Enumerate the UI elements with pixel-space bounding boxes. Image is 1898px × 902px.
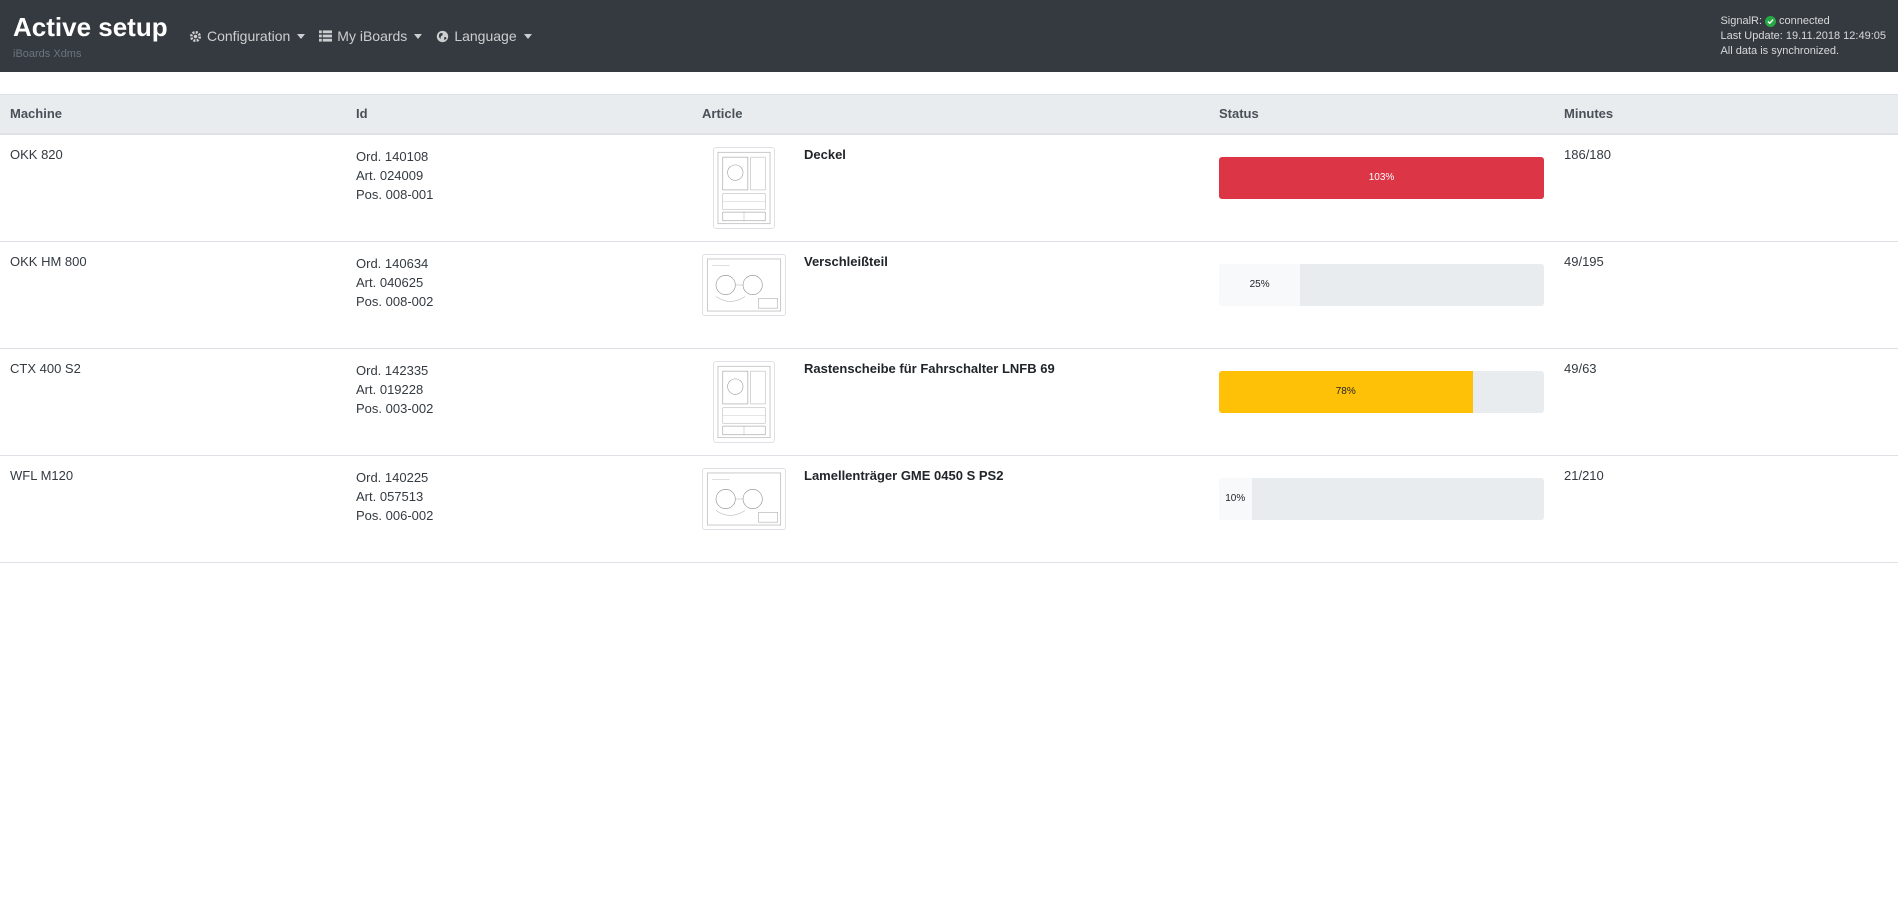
minutes-cell: 21/210 bbox=[1554, 455, 1898, 563]
article-drawing-thumbnail[interactable] bbox=[702, 467, 786, 530]
status-cell: 10% bbox=[1209, 455, 1554, 563]
top-navbar: Active setup iBoards Xdms Configuration … bbox=[0, 0, 1898, 72]
progress-bar-fill: 103% bbox=[1219, 156, 1544, 199]
table-row: OKK HM 800 Ord. 140634 Art. 040625 Pos. … bbox=[0, 241, 1898, 349]
article-name: Verschleißteil bbox=[804, 253, 888, 269]
minutes-cell: 49/63 bbox=[1554, 348, 1898, 456]
machine-cell: OKK HM 800 bbox=[0, 241, 346, 349]
page-title: Active setup bbox=[13, 12, 168, 42]
article-name: Lamellenträger GME 0450 S PS2 bbox=[804, 467, 1004, 483]
table-header-row: Machine Id Article Status Minutes bbox=[0, 94, 1898, 135]
configuration-menu-label: Configuration bbox=[207, 28, 291, 44]
id-cell: Ord. 140225 Art. 057513 Pos. 006-002 bbox=[346, 455, 692, 563]
table-row: OKK 820 Ord. 140108 Art. 024009 Pos. 008… bbox=[0, 133, 1898, 242]
progress-label: 25% bbox=[1249, 279, 1270, 290]
list-icon bbox=[319, 30, 333, 42]
id-cell: Ord. 140634 Art. 040625 Pos. 008-002 bbox=[346, 241, 692, 349]
order-number: Ord. 142335 bbox=[356, 362, 429, 378]
article-name: Rastenscheibe für Fahrschalter LNFB 69 bbox=[804, 360, 1055, 376]
article-number: Art. 057513 bbox=[356, 488, 424, 504]
check-circle-icon bbox=[1765, 16, 1777, 27]
brand[interactable]: Active setup iBoards Xdms bbox=[13, 12, 168, 60]
article-name: Deckel bbox=[804, 146, 846, 162]
status-cell: 78% bbox=[1209, 348, 1554, 456]
article-number: Art. 019228 bbox=[356, 381, 424, 397]
machine-cell: OKK 820 bbox=[0, 133, 346, 242]
article-drawing-thumbnail[interactable] bbox=[713, 146, 775, 229]
article-cell: Rastenscheibe für Fahrschalter LNFB 69 bbox=[692, 348, 1209, 456]
column-header-status: Status bbox=[1209, 94, 1554, 135]
machine-cell: CTX 400 S2 bbox=[0, 348, 346, 456]
progress-bar-track: 25% bbox=[1219, 263, 1544, 306]
chevron-down-icon bbox=[414, 33, 423, 39]
position-number: Pos. 008-001 bbox=[356, 186, 434, 202]
configuration-menu[interactable]: Configuration bbox=[189, 28, 306, 44]
order-number: Ord. 140225 bbox=[356, 469, 429, 485]
id-cell: Ord. 140108 Art. 024009 Pos. 008-001 bbox=[346, 133, 692, 242]
article-cell: Lamellenträger GME 0450 S PS2 bbox=[692, 455, 1209, 563]
status-cell: 25% bbox=[1209, 241, 1554, 349]
progress-bar-fill: 78% bbox=[1219, 370, 1473, 413]
column-header-article: Article bbox=[692, 94, 1209, 135]
column-header-minutes: Minutes bbox=[1554, 94, 1898, 135]
signalr-status: connected bbox=[1779, 15, 1830, 27]
sync-status: All data is synchronized. bbox=[1720, 45, 1840, 57]
language-menu[interactable]: Language bbox=[436, 28, 532, 44]
progress-bar-track: 103% bbox=[1219, 156, 1544, 199]
signalr-label: SignalR: bbox=[1720, 15, 1763, 27]
globe-icon bbox=[437, 30, 449, 42]
order-number: Ord. 140108 bbox=[356, 148, 429, 164]
table-row: WFL M120 Ord. 140225 Art. 057513 Pos. 00… bbox=[0, 455, 1898, 563]
position-number: Pos. 003-002 bbox=[356, 400, 434, 416]
article-number: Art. 040625 bbox=[356, 274, 424, 290]
order-number: Ord. 140634 bbox=[356, 255, 429, 271]
chevron-down-icon bbox=[523, 33, 532, 39]
table-row: CTX 400 S2 Ord. 142335 Art. 019228 Pos. … bbox=[0, 348, 1898, 456]
my-iboards-menu-label: My iBoards bbox=[337, 28, 408, 44]
minutes-cell: 186/180 bbox=[1554, 133, 1898, 242]
id-cell: Ord. 142335 Art. 019228 Pos. 003-002 bbox=[346, 348, 692, 456]
page-subtitle: iBoards Xdms bbox=[13, 48, 82, 60]
article-cell: Verschleißteil bbox=[692, 241, 1209, 349]
setup-table-container: Machine Id Article Status Minutes OKK 82… bbox=[0, 94, 1898, 563]
column-header-id: Id bbox=[346, 94, 692, 135]
language-menu-label: Language bbox=[454, 28, 517, 44]
gear-icon bbox=[189, 30, 202, 42]
signalr-status-panel: SignalR: connected Last Update: 19.11.20… bbox=[1720, 14, 1886, 59]
progress-bar-fill: 25% bbox=[1219, 263, 1301, 306]
progress-label: 103% bbox=[1368, 172, 1395, 183]
progress-bar-fill: 10% bbox=[1219, 477, 1252, 520]
position-number: Pos. 008-002 bbox=[356, 293, 434, 309]
position-number: Pos. 006-002 bbox=[356, 507, 434, 523]
article-number: Art. 024009 bbox=[356, 167, 424, 183]
article-drawing-thumbnail[interactable] bbox=[713, 360, 775, 443]
progress-label: 10% bbox=[1225, 493, 1246, 504]
chevron-down-icon bbox=[297, 33, 306, 39]
progress-label: 78% bbox=[1335, 386, 1356, 397]
status-cell: 103% bbox=[1209, 133, 1554, 242]
progress-bar-track: 78% bbox=[1219, 370, 1544, 413]
article-drawing-thumbnail[interactable] bbox=[702, 253, 786, 316]
my-iboards-menu[interactable]: My iBoards bbox=[319, 28, 423, 44]
column-header-machine: Machine bbox=[0, 94, 346, 135]
setup-table: Machine Id Article Status Minutes OKK 82… bbox=[0, 94, 1898, 563]
minutes-cell: 49/195 bbox=[1554, 241, 1898, 349]
article-cell: Deckel bbox=[692, 133, 1209, 242]
machine-cell: WFL M120 bbox=[0, 455, 346, 563]
progress-bar-track: 10% bbox=[1219, 477, 1544, 520]
last-update: Last Update: 19.11.2018 12:49:05 bbox=[1720, 30, 1886, 42]
nav-menus: Configuration My iBoards Language bbox=[189, 28, 546, 44]
